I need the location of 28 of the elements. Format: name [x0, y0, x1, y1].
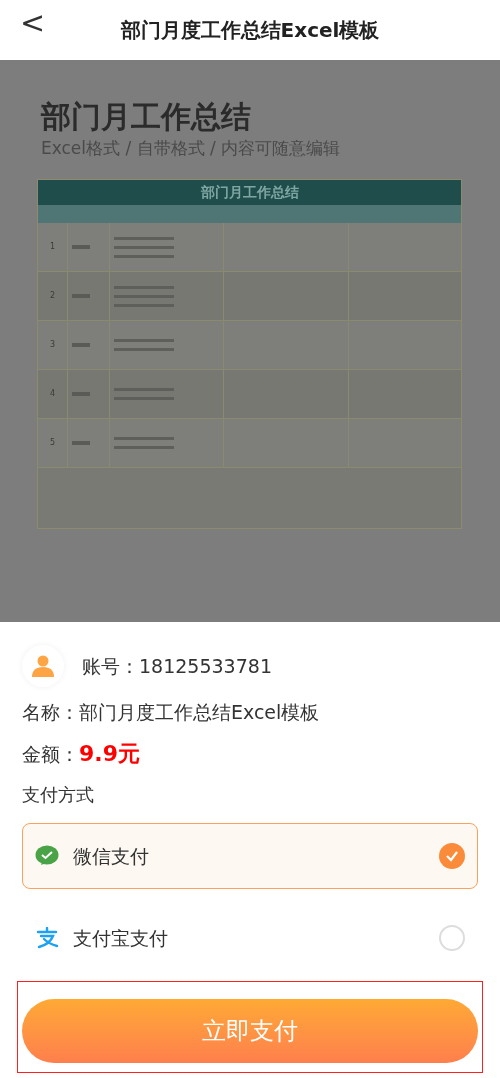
text-placeholder: [114, 254, 174, 258]
text-placeholder: [114, 339, 174, 342]
chat-bubble-icon: [35, 845, 59, 867]
back-button[interactable]: <: [16, 8, 50, 38]
account-number: 账号：18125533781: [82, 653, 272, 679]
row-number: 2: [49, 290, 56, 302]
payment-logo-icon: [35, 927, 59, 949]
checked-radio-icon: [439, 843, 465, 869]
text-placeholder: [114, 245, 174, 249]
amount-value: 9.9元: [79, 740, 140, 768]
text-placeholder: [72, 441, 90, 445]
row-number: 4: [49, 388, 56, 400]
text-placeholder: [114, 446, 174, 449]
amount-label: 金额：: [22, 742, 79, 767]
payment-option[interactable]: 微信支付: [22, 823, 478, 889]
row-number: 5: [49, 437, 56, 449]
text-placeholder: [72, 343, 90, 347]
payment-heading: 支付方式: [22, 783, 95, 807]
radio-icon: [439, 925, 465, 951]
text-placeholder: [114, 437, 174, 440]
row-number: 1: [49, 241, 56, 253]
page-title: 部门月度工作总结Excel模板: [120, 17, 380, 44]
product-name: 名称：部门月度工作总结Excel模板: [22, 700, 321, 725]
document-title: 部门月工作总结: [39, 98, 252, 136]
text-placeholder: [114, 236, 174, 240]
text-placeholder: [114, 348, 174, 351]
sheet-title: 部门月工作总结: [38, 180, 461, 205]
text-placeholder: [72, 245, 90, 249]
